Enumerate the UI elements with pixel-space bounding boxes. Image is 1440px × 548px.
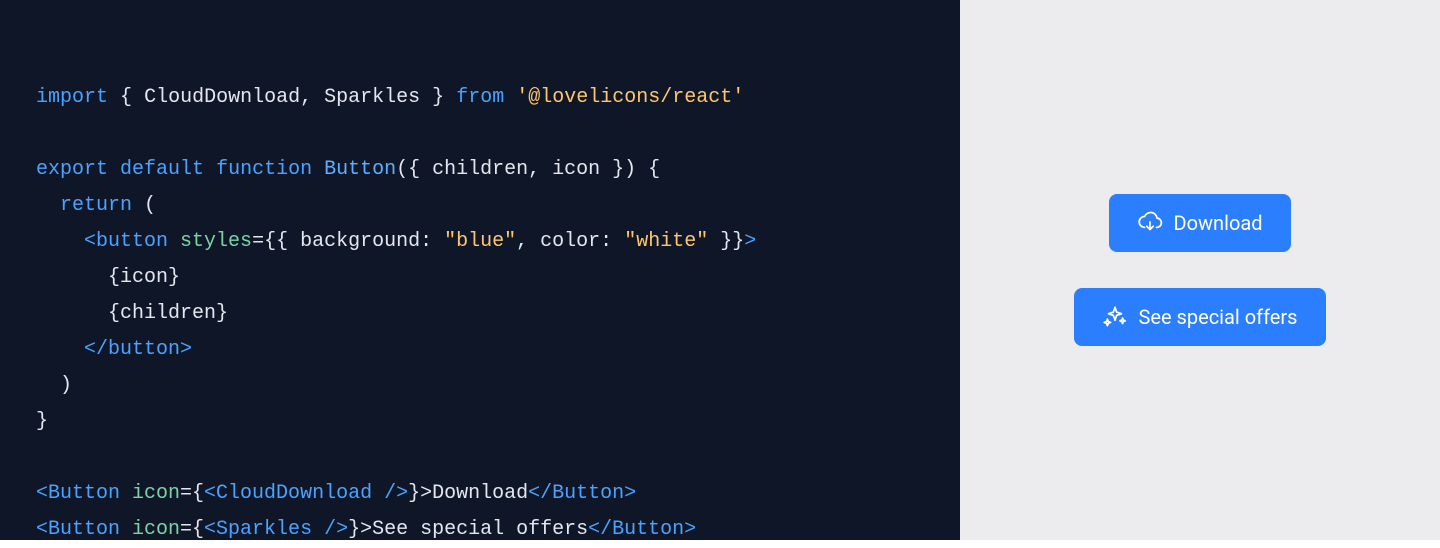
css-val-white: "white" [624, 230, 708, 253]
jsx-button-close: </Button> [588, 518, 696, 541]
identifier-clouddownload: CloudDownload [144, 86, 300, 109]
jsx-children-expr: {children} [108, 302, 228, 325]
function-keyword: function [216, 158, 312, 181]
eq-brace: ={ [180, 518, 204, 541]
code-pane: import { CloudDownload, Sparkles } from … [0, 0, 960, 540]
preview-pane: Download See special offers [960, 0, 1440, 540]
package-string: '@lovelicons/react' [516, 86, 744, 109]
identifier-sparkles: Sparkles [324, 86, 420, 109]
close-brace: } [36, 410, 48, 433]
jsx-expr-open: ={{ [252, 230, 300, 253]
close-brace: } [432, 86, 444, 109]
colon: : [600, 230, 624, 253]
comma: , [300, 86, 312, 109]
eq-brace: ={ [180, 482, 204, 505]
close-brace-gt: }> [348, 518, 372, 541]
jsx-gt: > [744, 230, 756, 253]
download-button[interactable]: Download [1109, 194, 1290, 252]
jsx-close-button: </button> [84, 338, 192, 361]
import-keyword: import [36, 86, 108, 109]
jsx-button-open: <Button [36, 482, 132, 505]
jsx-sparkles-comp: <Sparkles /> [204, 518, 348, 541]
jsx-attr-icon: icon [132, 482, 180, 505]
return-keyword: return [60, 194, 132, 217]
params: ({ children, icon }) { [396, 158, 660, 181]
sparkles-icon [1102, 304, 1128, 330]
colon: : [420, 230, 444, 253]
jsx-tag-button: button [96, 230, 180, 253]
jsx-expr-close: }} [708, 230, 744, 253]
comma: , [516, 230, 540, 253]
css-key-background: background [300, 230, 420, 253]
open-paren: ( [144, 194, 156, 217]
special-offers-button[interactable]: See special offers [1074, 288, 1325, 346]
jsx-attr-icon: icon [132, 518, 180, 541]
cloud-download-icon [1137, 210, 1163, 236]
css-val-blue: "blue" [444, 230, 516, 253]
jsx-button-open: <Button [36, 518, 132, 541]
close-paren: ) [60, 374, 72, 397]
function-name: Button [324, 158, 396, 181]
default-keyword: default [120, 158, 204, 181]
jsx-button-close: </Button> [528, 482, 636, 505]
jsx-text-offers: See special offers [372, 518, 588, 541]
jsx-icon-expr: {icon} [108, 266, 180, 289]
jsx-lt: < [84, 230, 96, 253]
open-brace: { [120, 86, 132, 109]
jsx-attr-styles: styles [180, 230, 252, 253]
jsx-text-download: Download [432, 482, 528, 505]
export-keyword: export [36, 158, 108, 181]
special-offers-button-label: See special offers [1138, 305, 1297, 329]
download-button-label: Download [1173, 211, 1262, 235]
css-key-color: color [540, 230, 600, 253]
from-keyword: from [456, 86, 504, 109]
close-brace-gt: }> [408, 482, 432, 505]
jsx-clouddownload-comp: <CloudDownload /> [204, 482, 408, 505]
